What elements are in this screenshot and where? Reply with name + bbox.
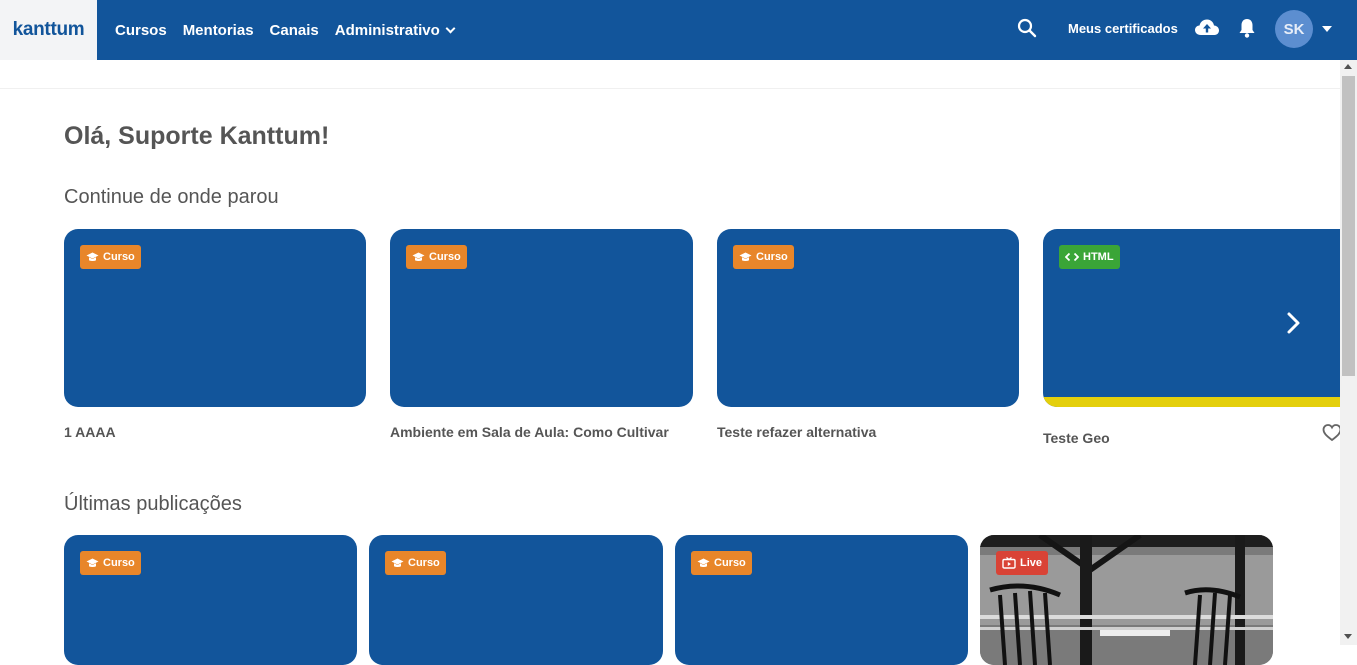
progress-bar xyxy=(1043,397,1340,407)
graduation-cap-icon xyxy=(391,558,404,567)
continue-card[interactable]: Curso xyxy=(64,229,366,407)
code-icon xyxy=(1065,252,1079,262)
cloud-upload-icon[interactable] xyxy=(1194,17,1220,39)
avatar-initials: SK xyxy=(1283,20,1305,38)
graduation-cap-icon xyxy=(412,252,425,261)
badge-curso: Curso xyxy=(80,551,141,575)
nav-item-administrativo[interactable]: Administrativo xyxy=(335,22,456,39)
latest-card-live[interactable]: Live xyxy=(980,535,1273,665)
section-title-latest: Últimas publicações xyxy=(64,493,242,515)
badge-curso: Curso xyxy=(691,551,752,575)
divider xyxy=(0,88,1340,89)
search-icon[interactable] xyxy=(1017,18,1037,38)
scrollbar-thumb[interactable] xyxy=(1342,76,1355,376)
nav-item-cursos[interactable]: Cursos xyxy=(115,22,167,39)
badge-live: Live xyxy=(996,551,1049,575)
nav-item-canais[interactable]: Canais xyxy=(270,22,319,39)
greeting: Olá, Suporte Kanttum! xyxy=(64,122,330,150)
nav-item-mentorias[interactable]: Mentorias xyxy=(183,22,254,39)
graduation-cap-icon xyxy=(739,252,752,261)
continue-card[interactable]: Curso xyxy=(717,229,1019,407)
badge-curso: Curso xyxy=(733,245,794,269)
card-title[interactable]: 1 AAAA xyxy=(64,424,116,440)
latest-card[interactable]: Curso xyxy=(369,535,663,665)
avatar[interactable]: SK xyxy=(1275,10,1313,48)
graduation-cap-icon xyxy=(697,558,710,567)
chevron-right-icon[interactable] xyxy=(1282,310,1306,336)
graduation-cap-icon xyxy=(86,252,99,261)
graduation-cap-icon xyxy=(86,558,99,567)
bell-icon[interactable] xyxy=(1237,17,1257,39)
card-title[interactable]: Ambiente em Sala de Aula: Como Cultivar xyxy=(390,424,669,440)
card-title[interactable]: Teste Geo xyxy=(1043,430,1110,446)
chevron-down-icon xyxy=(445,23,456,33)
logo-text: kanttum xyxy=(12,19,85,40)
scroll-up-arrow-icon[interactable] xyxy=(1344,64,1352,69)
live-tv-icon xyxy=(1002,557,1016,569)
continue-card[interactable]: Curso xyxy=(390,229,693,407)
latest-card[interactable]: Curso xyxy=(64,535,357,665)
my-certificates-link[interactable]: Meus certificados xyxy=(1068,21,1178,36)
top-navbar: kanttum Cursos Mentorias Canais Administ… xyxy=(0,0,1357,60)
badge-curso: Curso xyxy=(80,245,141,269)
caret-down-icon[interactable] xyxy=(1322,26,1332,32)
badge-html: HTML xyxy=(1059,245,1120,269)
badge-curso: Curso xyxy=(385,551,446,575)
heart-icon[interactable] xyxy=(1322,423,1342,443)
badge-curso: Curso xyxy=(406,245,467,269)
card-title[interactable]: Teste refazer alternativa xyxy=(717,424,876,440)
latest-card[interactable]: Curso xyxy=(675,535,968,665)
logo[interactable]: kanttum xyxy=(0,0,97,60)
main-nav: Cursos Mentorias Canais Administrativo xyxy=(115,0,456,60)
section-title-continue: Continue de onde parou xyxy=(64,186,279,208)
scroll-down-arrow-icon[interactable] xyxy=(1344,634,1352,639)
